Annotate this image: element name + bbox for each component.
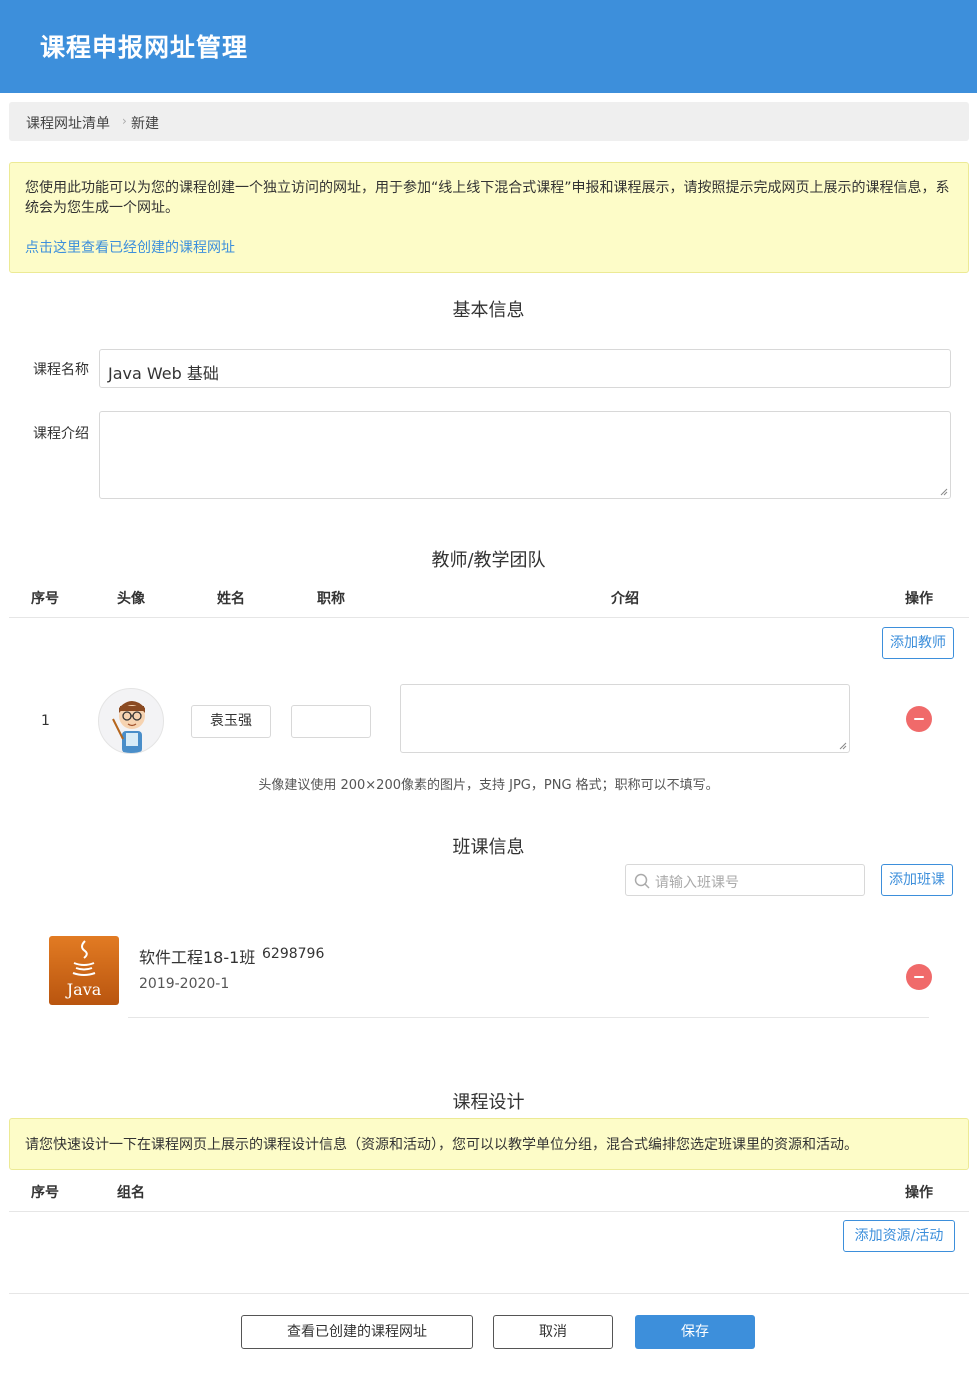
design-col-action: 操作 xyxy=(905,1185,933,1201)
java-logo-text: Java xyxy=(66,980,102,999)
java-logo: Java xyxy=(49,936,119,1005)
chevron-right-icon: › xyxy=(122,114,127,128)
divider xyxy=(9,617,969,618)
class-code: 6298796 xyxy=(262,946,325,962)
add-class-button[interactable]: 添加班课 xyxy=(881,864,953,896)
save-button[interactable]: 保存 xyxy=(635,1315,755,1349)
section-title-classes: 班课信息 xyxy=(452,837,525,858)
add-teacher-button[interactable]: 添加教师 xyxy=(882,627,954,659)
intro-notice-text: 您使用此功能可以为您的课程创建一个独立访问的网址，用于参加“线上线下混合式课程”… xyxy=(25,180,950,216)
header-bar: 课程申报网址管理 xyxy=(0,0,977,93)
breadcrumb-item-list[interactable]: 课程网址清单 xyxy=(26,113,110,133)
breadcrumb: 课程网址清单 › 新建 xyxy=(9,102,969,141)
section-title-basic-info: 基本信息 xyxy=(452,300,525,321)
design-notice: 请您快速设计一下在课程网页上展示的课程设计信息（资源和活动），您可以以教学单位分… xyxy=(9,1118,969,1170)
avatar-hint: 头像建议使用 200×200像素的图片，支持 JPG，PNG 格式；职称可以不填… xyxy=(258,778,719,793)
design-col-index: 序号 xyxy=(31,1185,59,1201)
team-col-avatar: 头像 xyxy=(117,591,145,607)
page-title: 课程申报网址管理 xyxy=(40,33,249,62)
team-col-action: 操作 xyxy=(905,591,933,607)
course-name-label: 课程名称 xyxy=(33,362,89,378)
class-search-placeholder: 请输入班课号 xyxy=(655,875,739,891)
resize-grip-icon[interactable] xyxy=(940,488,948,496)
breadcrumb-item-new: 新建 xyxy=(131,116,159,132)
course-intro-label: 课程介绍 xyxy=(33,426,89,442)
divider xyxy=(9,1293,969,1294)
design-notice-text: 请您快速设计一下在课程网页上展示的课程设计信息（资源和活动），您可以以教学单位分… xyxy=(25,1137,858,1153)
cancel-button[interactable]: 取消 xyxy=(493,1315,613,1349)
team-col-rank: 职称 xyxy=(317,591,345,607)
divider xyxy=(128,1017,929,1018)
course-name-value: Java Web 基础 xyxy=(108,364,219,383)
class-search-input[interactable]: 请输入班课号 xyxy=(625,864,865,896)
remove-teacher-icon[interactable] xyxy=(906,706,932,732)
view-created-urls-button[interactable]: 查看已创建的课程网址 xyxy=(241,1315,473,1349)
java-cup-icon xyxy=(72,940,96,976)
avatar[interactable] xyxy=(98,688,164,754)
section-title-design: 课程设计 xyxy=(452,1092,525,1113)
teacher-avatar-icon xyxy=(112,701,145,753)
add-resource-activity-button[interactable]: 添加资源/活动 xyxy=(843,1220,955,1252)
resize-grip-icon[interactable] xyxy=(839,742,847,750)
class-term: 2019-2020-1 xyxy=(139,976,230,992)
view-created-link[interactable]: 点击这里查看已经创建的课程网址 xyxy=(25,238,235,258)
team-col-name: 姓名 xyxy=(217,591,245,607)
team-row-index: 1 xyxy=(41,713,50,729)
teacher-intro-textarea[interactable] xyxy=(400,684,850,753)
remove-class-icon[interactable] xyxy=(906,964,932,990)
teacher-rank-input[interactable] xyxy=(291,705,371,738)
intro-notice: 您使用此功能可以为您的课程创建一个独立访问的网址，用于参加“线上线下混合式课程”… xyxy=(9,162,969,273)
class-name: 软件工程18-1班 xyxy=(139,948,256,967)
section-title-team: 教师/教学团队 xyxy=(431,550,546,571)
team-col-intro: 介绍 xyxy=(611,591,639,607)
search-icon xyxy=(634,873,650,889)
course-intro-textarea[interactable] xyxy=(99,411,951,499)
team-col-index: 序号 xyxy=(31,591,59,607)
divider xyxy=(9,1211,969,1212)
course-name-input[interactable]: Java Web 基础 xyxy=(99,349,951,388)
teacher-name-input[interactable]: 袁玉强 xyxy=(191,705,271,738)
design-col-group: 组名 xyxy=(117,1185,145,1201)
